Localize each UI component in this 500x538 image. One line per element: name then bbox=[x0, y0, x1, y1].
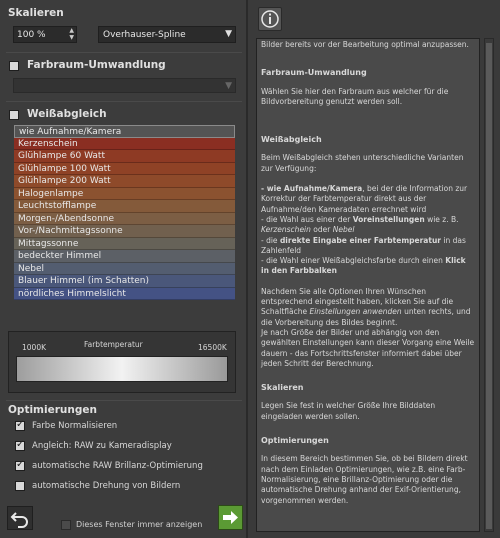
help-bullet: - die direkte Eingabe einer Farbtemperat… bbox=[261, 236, 475, 257]
help-text: oder bbox=[310, 225, 333, 235]
colorspace-dropdown[interactable]: ▼ bbox=[13, 78, 236, 93]
help-section-title: Weißabgleich bbox=[261, 135, 322, 145]
whitebalance-option[interactable]: Leuchtstofflampe bbox=[14, 200, 235, 213]
temperature-min-label: 1000K bbox=[22, 343, 47, 352]
help-text: wie z. B. bbox=[424, 214, 459, 224]
auto-rotate-checkbox[interactable] bbox=[15, 481, 25, 491]
help-section-title: Skalieren bbox=[261, 383, 304, 393]
whitebalance-option[interactable]: wie Aufnahme/Kamera bbox=[14, 125, 235, 138]
help-italic: Einstellungen anwenden bbox=[309, 307, 402, 317]
scale-percent-value: 100 % bbox=[17, 30, 46, 40]
scale-percent-spinbox[interactable]: 100 % ▲ ▼ bbox=[13, 26, 77, 43]
scale-method-value: Overhauser-Spline bbox=[103, 30, 186, 40]
help-bold: Voreinstellungen bbox=[352, 214, 425, 224]
whitebalance-option[interactable]: Nebel bbox=[14, 262, 235, 275]
whitebalance-option[interactable]: Glühlampe 200 Watt bbox=[14, 175, 235, 188]
undo-arrow-icon bbox=[10, 512, 28, 528]
apply-button[interactable] bbox=[218, 505, 243, 530]
whitebalance-header: Weißabgleich bbox=[27, 108, 107, 120]
arrow-right-icon bbox=[223, 511, 238, 524]
whitebalance-option[interactable]: Glühlampe 100 Watt bbox=[14, 162, 235, 175]
help-italic: Kerzenschein bbox=[261, 225, 311, 235]
whitebalance-option[interactable]: Mittagssonne bbox=[14, 237, 235, 250]
help-italic: Nebel bbox=[332, 225, 355, 235]
colorspace-checkbox[interactable] bbox=[9, 61, 19, 71]
divider bbox=[6, 400, 242, 401]
help-scrollbar[interactable] bbox=[484, 38, 494, 532]
help-bullet: - die Wahl aus einer der Voreinstellunge… bbox=[261, 215, 475, 236]
help-paragraph: Nachdem Sie alle Optionen Ihren Wünschen… bbox=[261, 287, 475, 328]
whitebalance-option[interactable]: Kerzenschein bbox=[14, 137, 235, 150]
help-intro: Bilder bereits vor der Bearbeitung optim… bbox=[261, 40, 469, 49]
normalize-color-label: Farbe Normalisieren bbox=[32, 421, 118, 431]
help-text: - die Wahl aus einer der bbox=[261, 214, 353, 224]
scale-header: Skalieren bbox=[8, 7, 64, 19]
spin-arrows-icon[interactable]: ▲ ▼ bbox=[69, 27, 74, 41]
help-section-title: Optimierungen bbox=[261, 436, 329, 446]
undo-button[interactable] bbox=[7, 506, 33, 530]
temperature-max-label: 16500K bbox=[198, 343, 227, 352]
whitebalance-option[interactable]: nördliches Himmelslicht bbox=[14, 287, 235, 300]
help-bullet: - die Wahl einer Weißabgleichsfarbe durc… bbox=[261, 256, 475, 277]
raw-brilliance-checkbox[interactable] bbox=[15, 459, 25, 471]
help-text: - die bbox=[261, 235, 280, 245]
temperature-label: Farbtemperatur bbox=[84, 340, 143, 349]
whitebalance-option[interactable]: Glühlampe 60 Watt bbox=[14, 150, 235, 163]
show-always-checkbox[interactable] bbox=[61, 520, 71, 530]
whitebalance-option[interactable]: Vor-/Nachmittagssonne bbox=[14, 225, 235, 238]
help-paragraph: Wählen Sie hier den Farbraum aus welcher… bbox=[261, 86, 449, 106]
whitebalance-option[interactable]: Blauer Himmel (im Schatten) bbox=[14, 275, 235, 288]
whitebalance-option[interactable]: Halogenlampe bbox=[14, 187, 235, 200]
help-bold: - wie Aufnahme/Kamera bbox=[261, 184, 363, 194]
help-section-title: Farbraum-Umwandlung bbox=[261, 68, 367, 78]
info-button[interactable] bbox=[258, 7, 282, 31]
normalize-color-checkbox[interactable] bbox=[15, 419, 25, 431]
raw-to-display-label: Angleich: RAW zu Kameradisplay bbox=[32, 441, 172, 451]
colorspace-header: Farbraum-Umwandlung bbox=[27, 59, 166, 71]
chevron-down-icon: ▼ bbox=[225, 29, 232, 39]
divider bbox=[6, 101, 242, 102]
settings-panel: Skalieren 100 % ▲ ▼ Overhauser-Spline ▼ F… bbox=[0, 0, 246, 538]
scrollbar-thumb[interactable] bbox=[486, 43, 492, 529]
raw-brilliance-label: automatische RAW Brillanz-Optimierung bbox=[32, 461, 203, 471]
info-icon bbox=[261, 10, 279, 28]
divider bbox=[6, 52, 242, 53]
auto-rotate-label: automatische Drehung von Bildern bbox=[32, 481, 181, 491]
optimizations-header: Optimierungen bbox=[8, 404, 97, 416]
help-bullet: - wie Aufnahme/Kamera, bei der die Infor… bbox=[261, 184, 475, 215]
whitebalance-option[interactable]: Morgen-/Abendsonne bbox=[14, 212, 235, 225]
help-text: - die Wahl einer Weißabgleichsfarbe durc… bbox=[261, 256, 446, 266]
show-always-label: Dieses Fenster immer anzeigen bbox=[76, 520, 203, 529]
scale-method-dropdown[interactable]: Overhauser-Spline ▼ bbox=[98, 26, 236, 43]
whitebalance-checkbox[interactable] bbox=[9, 110, 19, 120]
help-paragraph: Je nach Größe der Bilder und abhängig vo… bbox=[261, 327, 475, 368]
whitebalance-list: wie Aufnahme/Kamera Kerzenschein Glühlampe… bbox=[14, 125, 235, 300]
color-temperature-bar[interactable] bbox=[16, 356, 228, 382]
help-text-pane[interactable]: Bilder bereits vor der Bearbeitung optim… bbox=[256, 38, 480, 532]
help-bold: direkte Eingabe einer Farbtemperatur bbox=[279, 235, 441, 245]
help-paragraph: In diesem Bereich bestimmen Sie, ob bei … bbox=[261, 454, 468, 505]
help-paragraph: Beim Weißabgleich stehen unterschiedlich… bbox=[261, 153, 464, 173]
raw-to-display-checkbox[interactable] bbox=[15, 439, 25, 451]
chevron-down-icon: ▼ bbox=[225, 81, 232, 91]
help-document: Bilder bereits vor der Bearbeitung optim… bbox=[261, 39, 475, 506]
whitebalance-option[interactable]: bedeckter Himmel bbox=[14, 250, 235, 263]
help-paragraph: Legen Sie fest in welcher Größe Ihre Bil… bbox=[261, 401, 436, 421]
